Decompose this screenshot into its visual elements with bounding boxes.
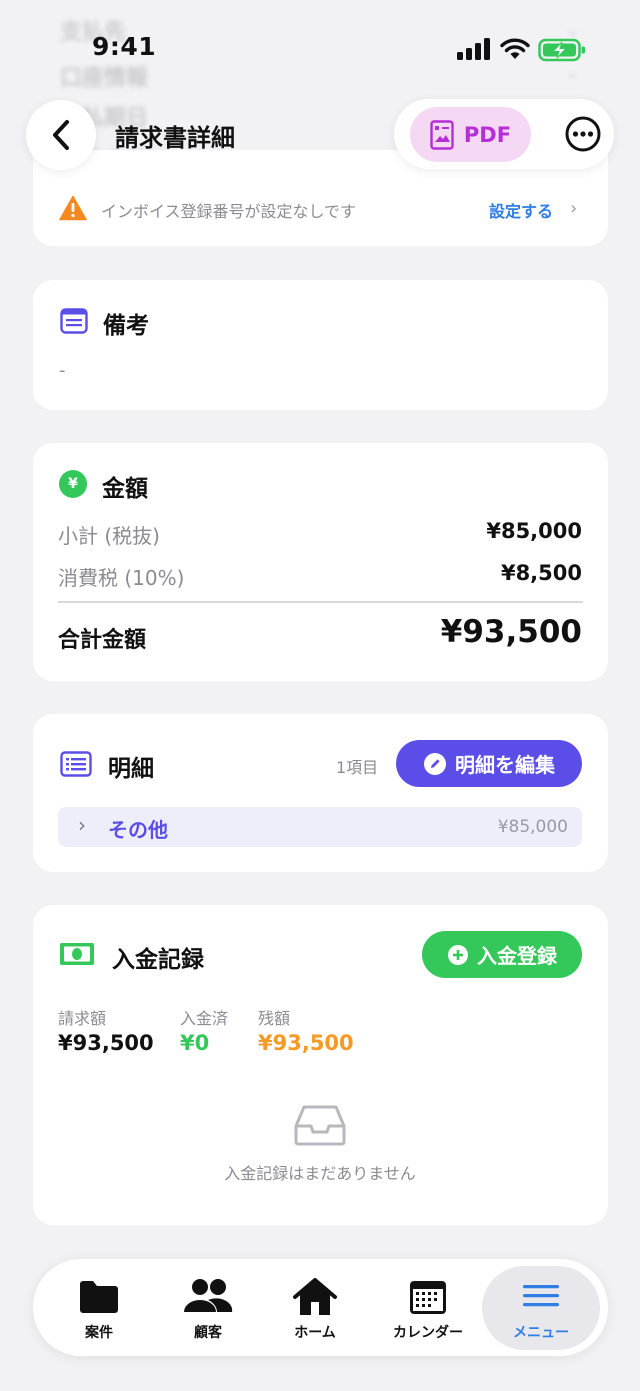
subtotal-value: ¥85,000	[486, 519, 582, 543]
detail-item-amount: ¥85,000	[497, 817, 568, 837]
payments-title: 入金記録	[112, 947, 204, 973]
list-icon	[60, 751, 92, 781]
pdf-document-icon	[430, 119, 454, 150]
invoice-settings-link[interactable]: 設定する	[489, 198, 553, 222]
wifi-icon	[500, 38, 530, 64]
cash-icon	[59, 942, 95, 970]
yen-icon: ¥	[59, 470, 87, 498]
tax-label: 消費税 (10%)	[58, 566, 185, 590]
payments-empty-text: 入金記録はまだありません	[224, 1164, 416, 1183]
details-title: 明細	[108, 756, 154, 782]
nav-label: カレンダー	[393, 1325, 463, 1341]
people-icon	[184, 1279, 233, 1312]
menu-icon	[523, 1285, 559, 1307]
paid-label: 入金済	[180, 1009, 229, 1028]
nav-label: メニュー	[513, 1325, 569, 1341]
paid-value: ¥0	[180, 1031, 210, 1055]
battery-charging-icon	[538, 38, 586, 66]
signal-icon	[457, 38, 491, 64]
nav-item-cases[interactable]: 案件	[49, 1278, 149, 1341]
notes-title: 備考	[103, 313, 149, 339]
total-value: ¥93,500	[440, 614, 582, 650]
tax-value: ¥8,500	[500, 561, 582, 585]
edit-details-label: 明細を編集	[455, 753, 555, 777]
pencil-icon	[424, 752, 446, 775]
nav-item-home[interactable]: ホーム	[265, 1278, 365, 1341]
notes-card	[33, 280, 608, 410]
nav-label: ホーム	[294, 1325, 336, 1341]
balance-label: 残額	[258, 1009, 291, 1028]
subtotal-label: 小計 (税抜)	[58, 524, 160, 548]
home-icon	[293, 1278, 337, 1315]
pdf-label: PDF	[463, 122, 512, 147]
billed-value: ¥93,500	[58, 1031, 154, 1055]
background-row: 口座情報	[60, 66, 149, 91]
note-icon	[60, 308, 88, 338]
nav-label: 案件	[85, 1325, 113, 1341]
details-card	[33, 714, 608, 872]
chevron-left-icon	[53, 120, 69, 150]
nav-item-customers[interactable]: 顧客	[158, 1278, 258, 1341]
more-options-button[interactable]	[564, 115, 602, 153]
invoice-warning-text: インボイス登録番号が設定なしです	[101, 202, 357, 221]
plus-circle-icon	[448, 944, 468, 965]
edit-details-button[interactable]: 明細を編集	[396, 740, 582, 787]
add-payment-label: 入金登録	[477, 944, 557, 968]
page-title: 請求書詳細	[115, 124, 235, 152]
add-payment-button[interactable]: 入金登録	[422, 931, 582, 978]
chevron-right-icon: ›	[78, 813, 86, 837]
back-button[interactable]	[26, 100, 96, 170]
status-time: 9:41	[92, 32, 157, 61]
folder-icon	[80, 1281, 118, 1313]
more-icon	[565, 116, 601, 152]
total-label: 合計金額	[58, 628, 147, 653]
calendar-icon	[410, 1281, 446, 1314]
details-count: 1項目	[336, 758, 379, 777]
warning-icon	[59, 195, 87, 225]
balance-value: ¥93,500	[258, 1031, 354, 1055]
billed-label: 請求額	[58, 1009, 107, 1028]
nav-item-menu[interactable]: メニュー	[491, 1278, 591, 1341]
detail-item-row[interactable]: › その他 ¥85,000	[58, 807, 582, 847]
nav-label: 顧客	[194, 1325, 222, 1341]
pdf-button[interactable]: PDF	[410, 107, 531, 162]
divider	[58, 601, 583, 603]
empty-tray-icon	[293, 1104, 347, 1150]
amount-title: 金額	[102, 476, 148, 502]
nav-item-calendar[interactable]: カレンダー	[378, 1278, 478, 1341]
notes-value: -	[59, 360, 66, 381]
detail-item-name: その他	[108, 818, 168, 842]
chevron-right-icon: ›	[570, 198, 578, 219]
